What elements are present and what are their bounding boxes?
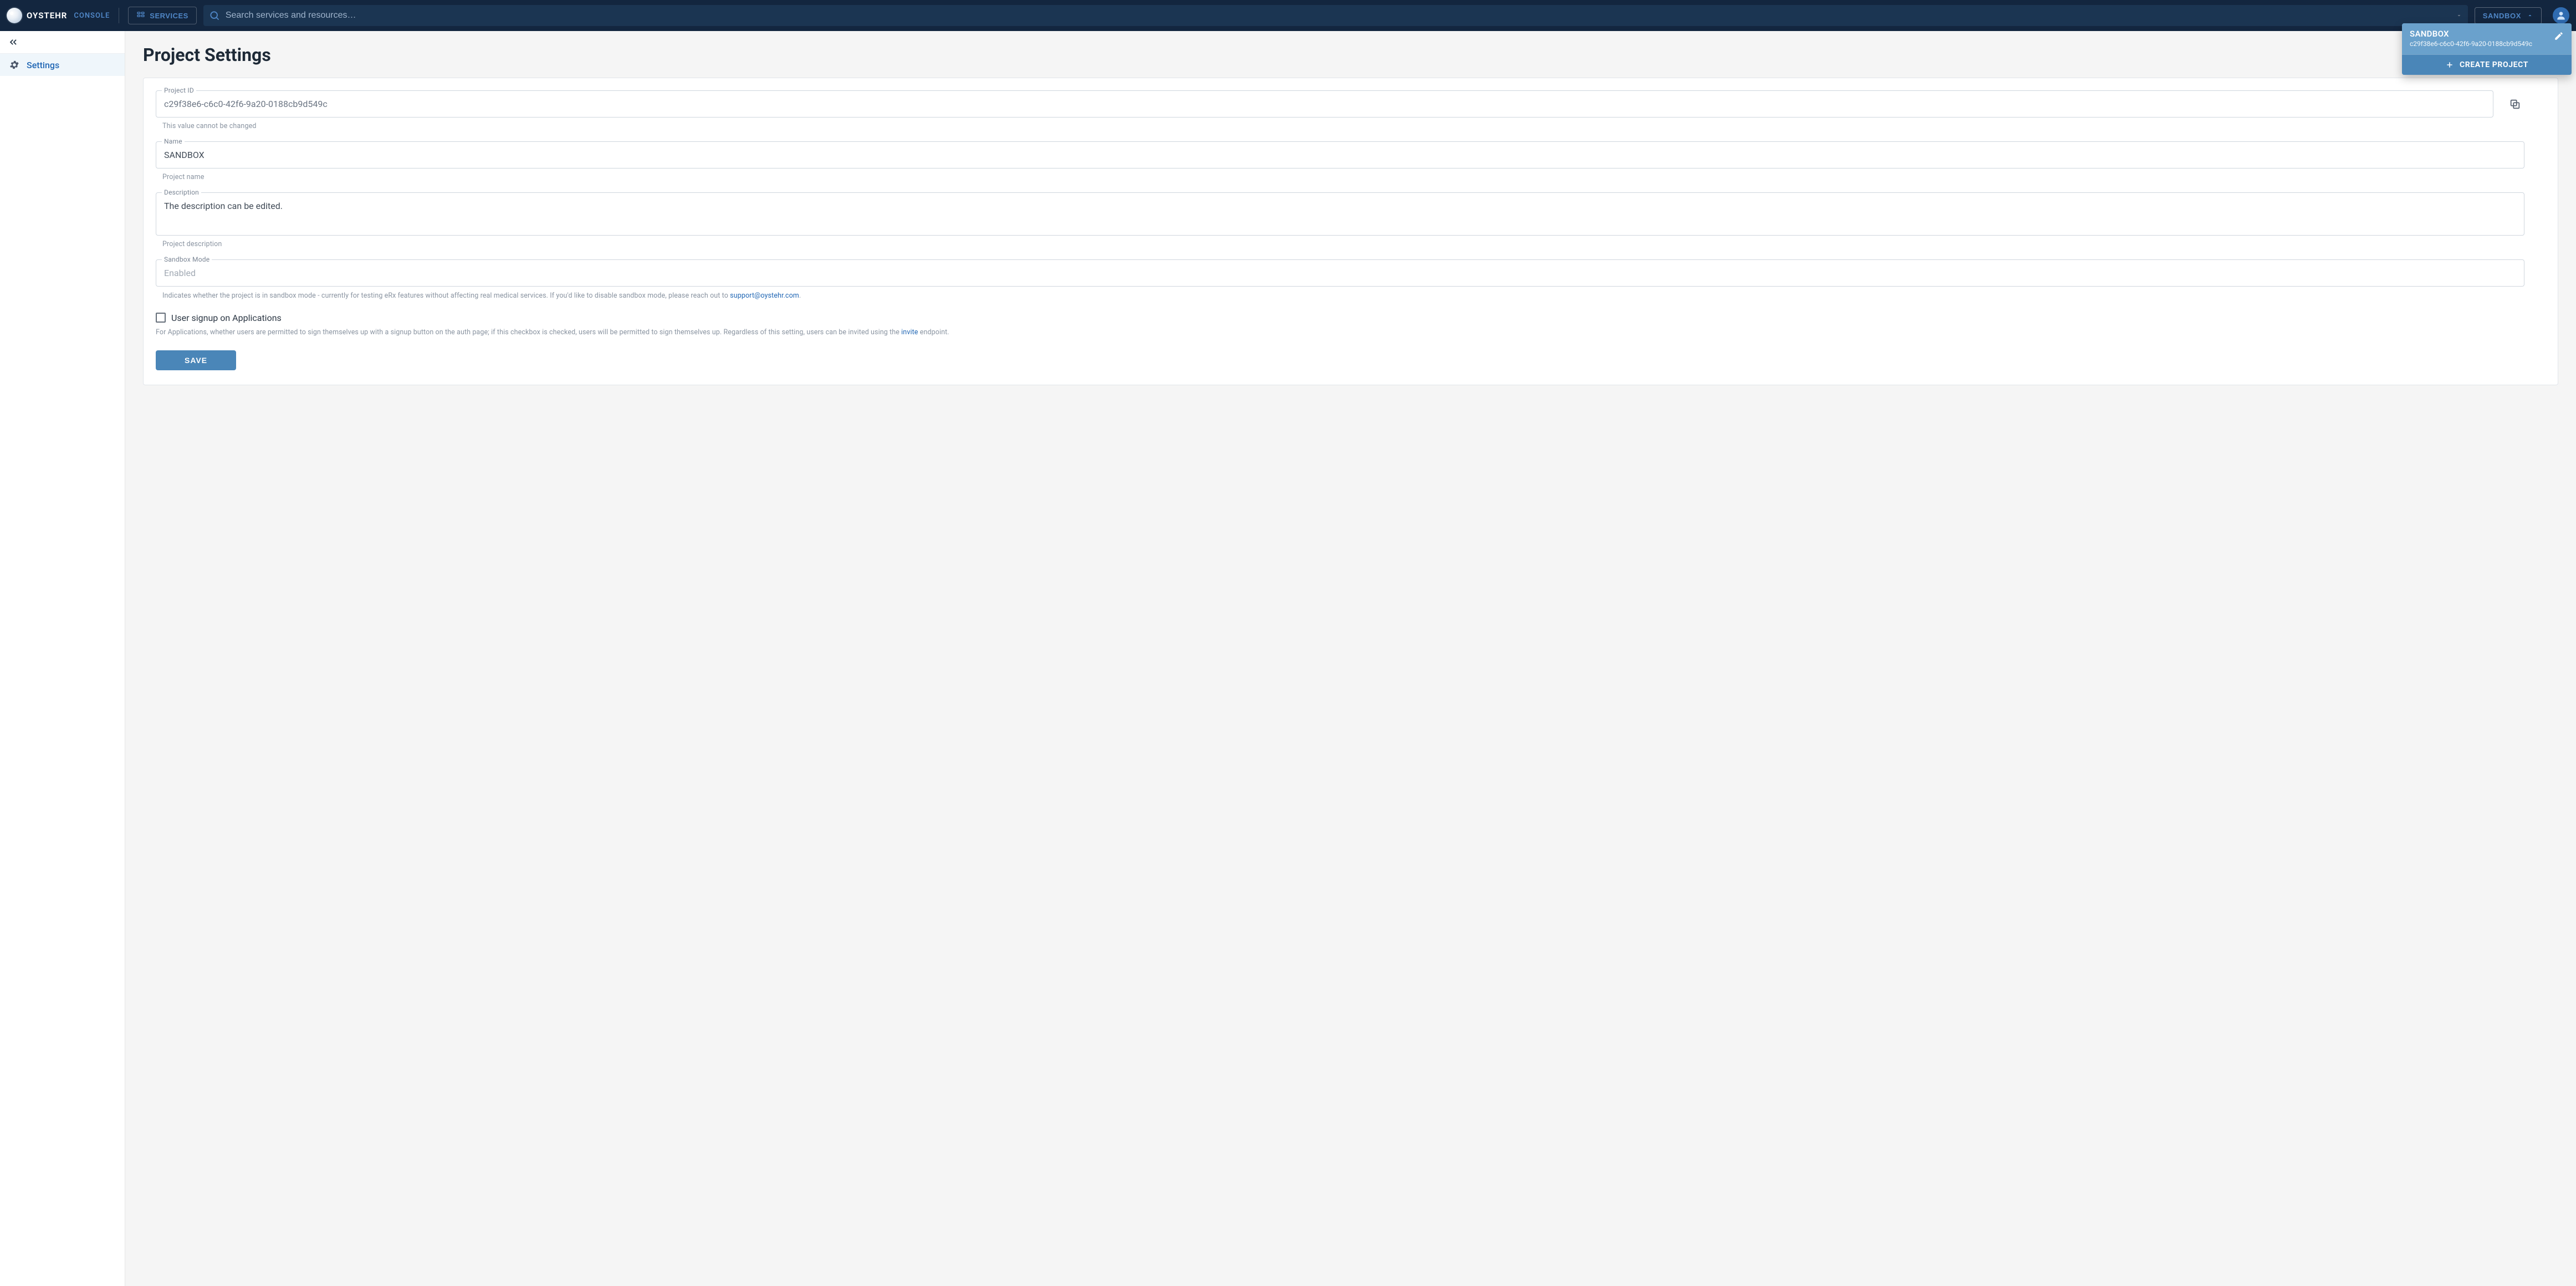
signup-checkbox-label: User signup on Applications	[171, 313, 282, 323]
field-group-sandbox-mode: Sandbox Mode Enabled Indicates whether t…	[156, 259, 2524, 302]
project-selector-button[interactable]: SANDBOX	[2475, 7, 2542, 24]
caret-down-icon[interactable]	[2456, 12, 2462, 19]
project-selector-label: SANDBOX	[2483, 12, 2521, 20]
brand-name: OYSTEHR	[27, 11, 67, 21]
settings-card: Project ID c29f38e6-c6c0-42f6-9a20-0188c…	[143, 78, 2558, 385]
project-dropdown-id: c29f38e6-c6c0-42f6-9a20-0188cb9d549c	[2410, 40, 2532, 48]
signup-helper-pre: For Applications, whether users are perm…	[156, 328, 901, 336]
field-group-project-id: Project ID c29f38e6-c6c0-42f6-9a20-0188c…	[156, 90, 2524, 130]
sidebar: Settings	[0, 31, 125, 1286]
search-icon	[209, 10, 220, 21]
name-label: Name	[162, 137, 185, 145]
sandbox-mode-field: Sandbox Mode Enabled	[156, 259, 2524, 287]
services-button-label: SERVICES	[150, 12, 188, 20]
name-helper: Project name	[156, 173, 2524, 181]
gear-icon	[9, 59, 20, 70]
signup-helper-text: For Applications, whether users are perm…	[156, 328, 2524, 338]
user-icon	[2555, 10, 2567, 21]
field-group-name: Name Project name	[156, 141, 2524, 181]
user-avatar[interactable]	[2553, 7, 2569, 24]
project-id-helper: This value cannot be changed	[156, 122, 2524, 130]
name-field-wrapper: Name	[156, 141, 2524, 169]
signup-checkbox[interactable]	[156, 313, 166, 323]
caret-up-icon	[2527, 12, 2533, 19]
search-bar[interactable]	[203, 5, 2468, 26]
support-email-link[interactable]: support@oystehr.com	[730, 292, 799, 300]
sandbox-helper-post: .	[799, 292, 801, 300]
signup-helper-post: endpoint.	[918, 328, 949, 336]
description-input[interactable]	[164, 201, 2516, 225]
brand: OYSTEHR CONSOLE	[7, 8, 110, 23]
project-id-value: c29f38e6-c6c0-42f6-9a20-0188cb9d549c	[164, 99, 2485, 109]
copy-project-id-button[interactable]	[2506, 95, 2524, 114]
create-project-button[interactable]: CREATE PROJECT	[2402, 54, 2572, 75]
signup-checkbox-row: User signup on Applications	[156, 313, 2524, 323]
save-button[interactable]: SAVE	[156, 350, 236, 370]
description-field-wrapper: Description	[156, 192, 2524, 236]
description-label: Description	[162, 188, 201, 196]
field-group-description: Description Project description	[156, 192, 2524, 248]
sandbox-helper-pre: Indicates whether the project is in sand…	[162, 292, 730, 300]
sandbox-mode-value: Enabled	[164, 268, 2516, 278]
project-dropdown-item[interactable]: SANDBOX c29f38e6-c6c0-42f6-9a20-0188cb9d…	[2402, 23, 2572, 54]
page-title: Project Settings	[143, 44, 2558, 65]
brand-console-label: CONSOLE	[74, 12, 110, 20]
project-id-label: Project ID	[162, 86, 196, 94]
invite-link[interactable]: invite	[901, 328, 918, 336]
save-button-label: SAVE	[185, 356, 207, 365]
dashboard-icon	[136, 11, 145, 20]
collapse-icon[interactable]	[8, 37, 19, 48]
content-area: Project Settings Project ID c29f38e6-c6c…	[125, 31, 2576, 1286]
sandbox-mode-label: Sandbox Mode	[162, 256, 212, 263]
sidebar-item-label: Settings	[27, 60, 59, 70]
project-id-field: Project ID c29f38e6-c6c0-42f6-9a20-0188c…	[156, 90, 2493, 118]
main-layout: Settings Project Settings Project ID c29…	[0, 31, 2576, 1286]
top-navbar: OYSTEHR CONSOLE SERVICES SANDBOX	[0, 0, 2576, 31]
search-input[interactable]	[226, 11, 2450, 21]
name-input[interactable]	[164, 150, 2516, 160]
sidebar-item-settings[interactable]: Settings	[0, 54, 125, 76]
services-button[interactable]: SERVICES	[128, 7, 197, 24]
project-dropdown-panel: SANDBOX c29f38e6-c6c0-42f6-9a20-0188cb9d…	[2402, 23, 2572, 75]
plus-icon	[2445, 60, 2454, 69]
sidebar-collapse-row	[0, 31, 125, 54]
project-dropdown-name: SANDBOX	[2410, 29, 2532, 39]
description-helper: Project description	[156, 240, 2524, 248]
copy-icon	[2509, 98, 2521, 110]
pencil-icon[interactable]	[2554, 31, 2564, 41]
create-project-label: CREATE PROJECT	[2460, 60, 2528, 69]
sandbox-mode-helper: Indicates whether the project is in sand…	[156, 291, 2524, 302]
brand-logo-icon	[7, 8, 22, 23]
